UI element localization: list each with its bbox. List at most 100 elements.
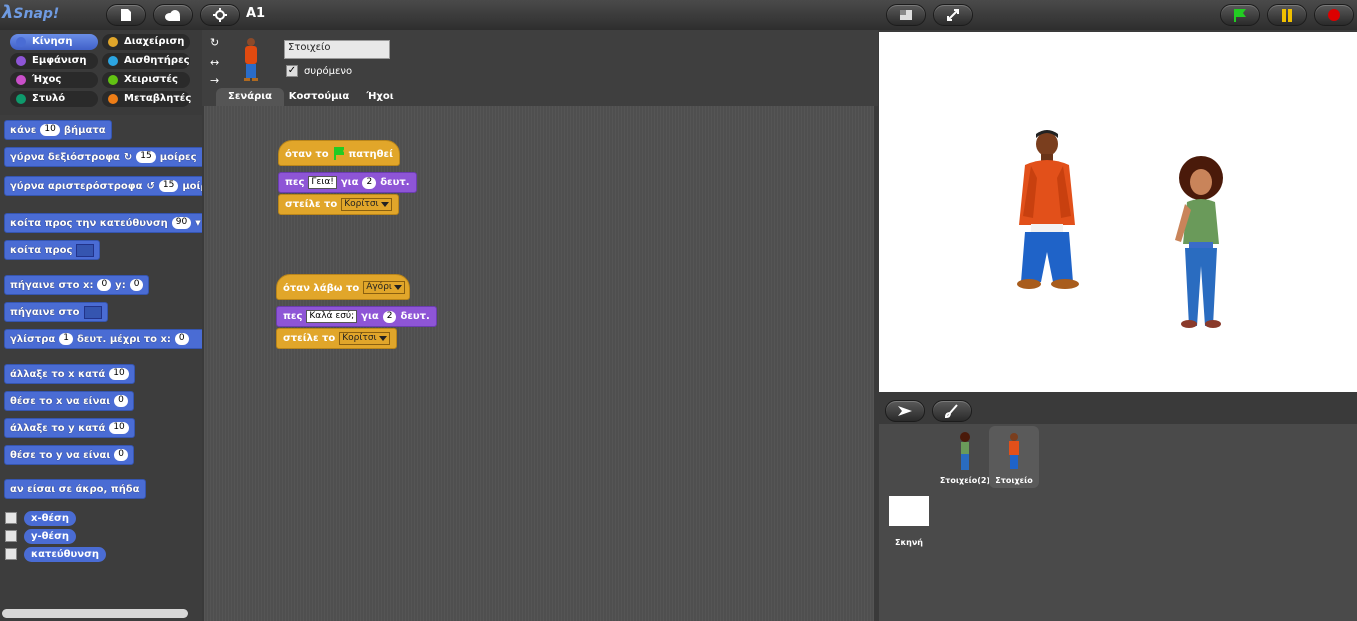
stop-button[interactable] [1314, 4, 1354, 26]
seconds-slot[interactable]: 2 [362, 176, 377, 189]
block-label: γύρνα δεξιόστροφα [10, 151, 120, 163]
direction-slot[interactable]: 90 [171, 217, 192, 229]
pause-button[interactable] [1267, 4, 1307, 26]
category-control[interactable]: Διαχείριση [102, 34, 190, 50]
move-block[interactable]: κάνε 10 βήματα [4, 120, 112, 140]
seconds-slot[interactable]: 2 [382, 310, 397, 323]
message-slot[interactable]: Γεια! [308, 176, 337, 189]
message-dropdown[interactable]: Αγόρι [363, 281, 405, 294]
turtle-arrow-icon [898, 406, 912, 416]
stage-thumb[interactable]: Σκηνή [887, 496, 931, 552]
add-turtle-sprite-button[interactable] [885, 400, 925, 422]
degrees-slot[interactable]: 15 [158, 180, 179, 192]
new-project-button[interactable] [106, 4, 146, 26]
rotation-flip-icon[interactable]: ↔ [210, 56, 219, 69]
draggable-label: συρόμενο [304, 66, 353, 77]
sprite-thumb-boy[interactable]: Στοιχείο [989, 426, 1039, 488]
block-label: πήγαινε στο [10, 306, 80, 318]
point-towards-block[interactable]: κοίτα προς [4, 240, 101, 260]
category-color-dot [16, 56, 26, 66]
tab-scripts[interactable]: Σενάρια [216, 88, 284, 106]
cloud-button[interactable] [153, 4, 193, 26]
when-flag-clicked-block[interactable]: όταν το πατηθεί [278, 140, 400, 166]
glide-block[interactable]: γλίστρα 1 δευτ. μέχρι το x: 0 [4, 329, 202, 349]
category-looks[interactable]: Εμφάνιση [10, 53, 98, 69]
turn-cw-block[interactable]: γύρνα δεξιόστροφα ↻ 15 μοίρες [4, 147, 202, 167]
fullscreen-button[interactable] [933, 4, 973, 26]
set-x-block[interactable]: θέσε το x να είναι 0 [4, 391, 134, 411]
logo-text: Snap! [13, 6, 60, 22]
change-y-block[interactable]: άλλαξε το y κατά 10 [4, 418, 135, 438]
draggable-checkbox[interactable]: ✓ [286, 65, 298, 77]
set-y-block[interactable]: θέσε το y να είναι 0 [4, 445, 134, 465]
settings-button[interactable] [200, 4, 240, 26]
category-pen[interactable]: Στυλό [10, 91, 98, 107]
goto-xy-block[interactable]: πήγαινε στο x: 0 y: 0 [4, 275, 150, 295]
target-dropdown[interactable] [76, 243, 95, 257]
point-direction-block[interactable]: κοίτα προς την κατεύθυνση 90 ▼ [4, 213, 202, 233]
dropdown-value: Αγόρι [366, 282, 392, 292]
direction-checkbox[interactable] [5, 548, 17, 560]
rotation-full-icon[interactable]: ↻ [210, 36, 219, 49]
sprite-thumb-girl[interactable]: Στοιχείο(2) [937, 428, 993, 488]
stage[interactable] [879, 32, 1357, 392]
category-color-dot [108, 37, 118, 47]
girl-sprite[interactable] [1169, 154, 1239, 329]
paint-sprite-button[interactable] [932, 400, 972, 422]
y-position-checkbox[interactable] [5, 530, 17, 542]
block-label: μοίρες [182, 180, 202, 192]
goto-block[interactable]: πήγαινε στο [4, 302, 108, 322]
direction-reporter[interactable]: κατεύθυνση [24, 547, 107, 562]
palette-scrollbar[interactable] [2, 609, 188, 618]
block-label: γλίστρα [10, 333, 56, 345]
target-dropdown[interactable] [83, 305, 102, 319]
y-slot[interactable]: 0 [129, 279, 144, 291]
message-dropdown[interactable]: Κορίτσι [339, 332, 390, 345]
degrees-slot[interactable]: 15 [136, 151, 156, 163]
change-x-block[interactable]: άλλαξε το x κατά 10 [4, 364, 135, 384]
sprite-name-field[interactable]: Στοιχείο [284, 40, 390, 59]
category-motion[interactable]: Κίνηση [10, 34, 98, 50]
category-variables[interactable]: Μεταβλητές [102, 91, 191, 107]
say-for-secs-block[interactable]: πες Καλά εσύ; για 2 δευτ. [276, 306, 437, 327]
stage-size-button[interactable] [886, 4, 926, 26]
dropdown-arrow-icon[interactable]: ▼ [195, 219, 200, 227]
x-position-checkbox[interactable] [5, 512, 17, 524]
block-label: κοίτα προς την κατεύθυνση [10, 217, 168, 229]
tab-costumes[interactable]: Κοστούμια [285, 88, 353, 106]
steps-slot[interactable]: 10 [40, 124, 60, 136]
block-label: θέσε το x να είναι [10, 395, 111, 407]
message-dropdown[interactable]: Κορίτσι [341, 198, 392, 211]
seconds-slot[interactable]: 1 [59, 333, 73, 345]
value-slot[interactable]: 0 [114, 395, 128, 407]
snap-logo[interactable]: λSnap! [2, 2, 59, 26]
value-slot[interactable]: 0 [114, 449, 128, 461]
category-selector: Κίνηση Διαχείριση Εμφάνιση Αισθητήρες Ήχ… [0, 30, 202, 115]
x-position-reporter[interactable]: x-θέση [24, 511, 76, 526]
green-flag-button[interactable] [1220, 4, 1260, 26]
boy-sprite[interactable] [1009, 130, 1089, 295]
message-slot[interactable]: Καλά εσύ; [306, 310, 358, 323]
block-label: πες [285, 177, 305, 188]
when-i-receive-block[interactable]: όταν λάβω το Αγόρι [276, 274, 410, 300]
broadcast-block[interactable]: στείλε το Κορίτσι [278, 194, 399, 215]
tab-sounds[interactable]: Ήχοι [356, 88, 404, 106]
snap-ide: λSnap! A1 Κίνηση Διαχείριση Εμφάνιση Αισ… [0, 0, 1357, 621]
say-for-secs-block[interactable]: πες Γεια! για 2 δευτ. [278, 172, 417, 193]
value-slot[interactable]: 10 [109, 422, 129, 434]
broadcast-block[interactable]: στείλε το Κορίτσι [276, 328, 397, 349]
bounce-block[interactable]: αν είσαι σε άκρο, πήδα [4, 479, 146, 499]
block-label: πατηθεί [348, 149, 393, 160]
y-position-reporter[interactable]: y-θέση [24, 529, 77, 544]
turn-ccw-block[interactable]: γύρνα αριστερόστροφα↺15μοίρες [4, 176, 202, 196]
dropdown-value: Κορίτσι [342, 333, 377, 343]
value-slot[interactable]: 10 [109, 368, 129, 380]
rotation-none-icon[interactable]: → [210, 74, 219, 87]
gear-icon [213, 8, 227, 22]
category-operators[interactable]: Χειριστές [102, 72, 190, 88]
category-sound[interactable]: Ήχος [10, 72, 98, 88]
category-sensing[interactable]: Αισθητήρες [102, 53, 190, 69]
x-slot[interactable]: 0 [174, 333, 189, 345]
scripts-area[interactable]: όταν το πατηθεί πες Γεια! για 2 δευτ. στ… [204, 106, 874, 621]
x-slot[interactable]: 0 [97, 279, 112, 291]
